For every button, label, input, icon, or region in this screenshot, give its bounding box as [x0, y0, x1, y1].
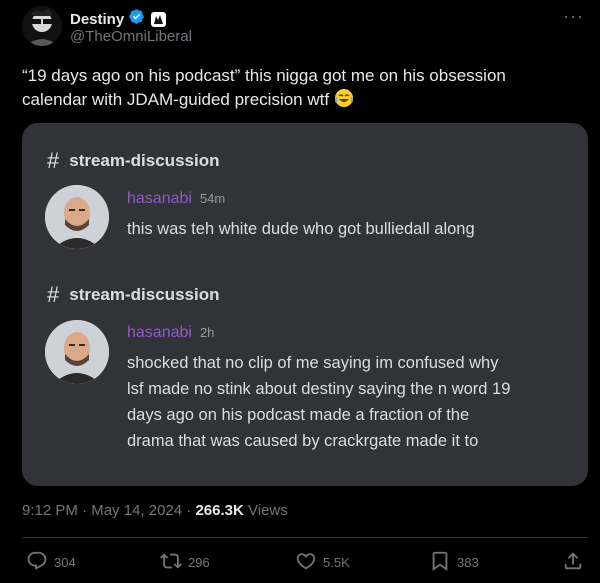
post-time[interactable]: 9:12 PM	[22, 502, 78, 519]
hash-icon: #	[47, 282, 60, 307]
like-count: 5.5K	[323, 555, 350, 570]
message-header: hasanabi 54m	[127, 190, 225, 208]
channel-name: stream-discussion	[69, 151, 220, 170]
tweet-meta: 9:12 PM · May 14, 2024 · 266.3K Views	[22, 502, 288, 519]
tears-of-joy-icon	[334, 88, 354, 108]
hash-icon: #	[47, 148, 60, 173]
message-line: drama that was caused by crackrgate made…	[127, 432, 479, 450]
reply-icon	[26, 550, 48, 575]
channel-header: # stream-discussion	[47, 282, 219, 308]
share-button[interactable]	[562, 550, 584, 575]
bookmark-count: 383	[457, 555, 479, 570]
verified-badge-icon	[128, 8, 145, 30]
embedded-image[interactable]: # stream-discussion hasanabi 54m this wa…	[22, 123, 588, 486]
message-username: hasanabi	[127, 190, 192, 207]
author-name-row: Destiny	[70, 8, 167, 30]
repost-count: 296	[188, 555, 210, 570]
author-display-name[interactable]: Destiny	[70, 11, 124, 28]
meta-separator: ·	[82, 502, 88, 519]
message-line: days ago on his podcast made a fraction …	[127, 406, 470, 424]
tweet-body: “19 days ago on his podcast” this nigga …	[22, 66, 506, 109]
message-text: shocked that no clip of me saying im con…	[127, 350, 567, 454]
message-line: shocked that no clip of me saying im con…	[127, 354, 499, 372]
repost-icon	[160, 550, 182, 575]
channel-header: # stream-discussion	[47, 148, 219, 174]
bookmark-button[interactable]: 383	[429, 550, 479, 575]
post-date[interactable]: May 14, 2024	[91, 502, 182, 519]
message-header: hasanabi 2h	[127, 324, 214, 342]
views-count: 266.3K	[195, 502, 244, 519]
message-avatar	[45, 320, 109, 384]
views-label: Views	[248, 502, 288, 519]
author-handle[interactable]: @TheOmniLiberal	[70, 28, 192, 45]
repost-button[interactable]: 296	[160, 550, 210, 575]
tweet-text: “19 days ago on his podcast” this nigga …	[22, 64, 562, 112]
heart-icon	[295, 550, 317, 575]
meta-separator: ·	[186, 502, 192, 519]
channel-name: stream-discussion	[69, 285, 220, 304]
more-options-icon[interactable]: ···	[563, 6, 584, 27]
message-text: this was teh white dude who got bullieda…	[127, 220, 475, 238]
like-button[interactable]: 5.5K	[295, 550, 350, 575]
share-icon	[562, 550, 584, 575]
message-avatar	[45, 185, 109, 249]
reply-button[interactable]: 304	[26, 550, 76, 575]
author-avatar[interactable]	[22, 6, 62, 46]
affiliate-badge-icon[interactable]	[151, 11, 167, 27]
message-timestamp: 2h	[199, 325, 215, 340]
message-timestamp: 54m	[199, 191, 226, 206]
message-line: lsf made no stink about destiny saying t…	[127, 380, 511, 398]
tweet: Destiny @TheOmniLiberal ··· “19 days ago…	[0, 0, 600, 583]
divider	[22, 537, 588, 538]
action-bar: 304 296 5.5K 383	[22, 548, 588, 578]
reply-count: 304	[54, 555, 76, 570]
bookmark-icon	[429, 550, 451, 575]
message-username: hasanabi	[127, 324, 192, 341]
